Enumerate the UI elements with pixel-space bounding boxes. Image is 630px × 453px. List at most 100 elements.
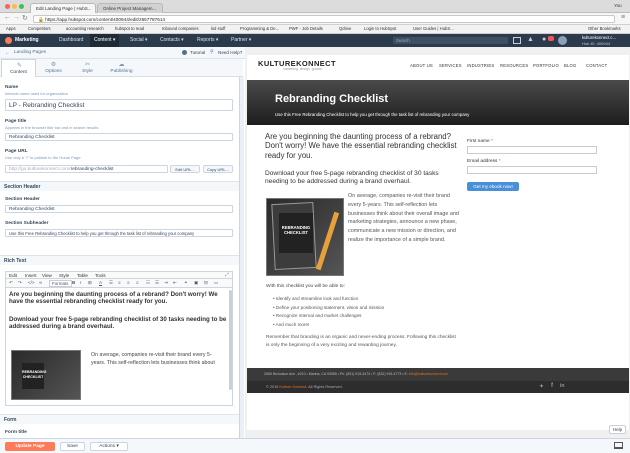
section-header-title[interactable]: Section Header bbox=[0, 181, 239, 191]
close-window-icon[interactable] bbox=[5, 4, 10, 9]
site-nav-about[interactable]: ABOUT US bbox=[410, 63, 433, 68]
maximize-window-icon[interactable] bbox=[19, 4, 24, 9]
nav-dashboard[interactable]: Dashboard bbox=[55, 34, 87, 47]
menu-insert[interactable]: Insert bbox=[25, 273, 37, 278]
form-section-title[interactable]: Form bbox=[0, 414, 239, 424]
reload-icon[interactable]: ↻ bbox=[22, 14, 28, 22]
redo-icon[interactable]: ↷ bbox=[18, 280, 22, 286]
menu-table[interactable]: Table bbox=[77, 273, 88, 278]
actions-dropdown[interactable]: Actions ▾ bbox=[90, 442, 128, 451]
name-input[interactable]: LP - Rebranding Checklist bbox=[5, 99, 233, 111]
menu-view[interactable]: View bbox=[42, 273, 52, 278]
account-name[interactable]: kulturekonnect.c... bbox=[582, 35, 616, 40]
bookmark-competitors[interactable]: Competitors bbox=[28, 26, 51, 31]
section-subheader-input[interactable]: Use this Free Rebranding Checklist to he… bbox=[5, 229, 233, 237]
back-icon[interactable]: ← bbox=[4, 14, 11, 21]
italic-icon[interactable]: I bbox=[80, 280, 81, 285]
bookmark-login-hubspot[interactable]: Login to HubSpot bbox=[364, 26, 396, 31]
bookmark-apps[interactable]: Apps bbox=[6, 26, 16, 31]
academy-icon[interactable]: ▲ bbox=[527, 36, 534, 43]
help-button[interactable]: Help bbox=[609, 425, 626, 434]
profile-name[interactable]: You bbox=[614, 3, 622, 8]
bookmark-qdrive[interactable]: Qdrive bbox=[339, 26, 351, 31]
first-name-input[interactable] bbox=[467, 146, 597, 154]
page-title-input[interactable]: Rebranding Checklist bbox=[5, 133, 233, 141]
bookmark-programming[interactable]: Programming & De... bbox=[240, 26, 279, 31]
tutorial-link[interactable]: Tutorial bbox=[190, 50, 205, 55]
panel-resize-handle[interactable] bbox=[240, 77, 244, 438]
twitter-icon[interactable]: ✦ bbox=[539, 383, 544, 390]
nav-partner[interactable]: Partner ▾ bbox=[227, 34, 255, 47]
linkedin-icon[interactable]: in bbox=[560, 383, 564, 389]
back-arrow-icon[interactable]: ← bbox=[5, 50, 10, 56]
browser-tab-project-management[interactable]: Online Project Managem... bbox=[97, 3, 163, 13]
url-bar[interactable]: 🔒 https://app.hubspot.com/content/400944… bbox=[33, 15, 615, 23]
bookmark-hubspot-read[interactable]: hubspot to read bbox=[115, 26, 144, 31]
avatar[interactable] bbox=[558, 36, 567, 45]
notifications-icon[interactable]: ● bbox=[542, 36, 546, 43]
site-nav-blog[interactable]: BLOG bbox=[564, 63, 576, 68]
tab-style[interactable]: ✂ Style bbox=[70, 59, 105, 77]
formats-dropdown[interactable]: Formats bbox=[49, 280, 72, 287]
align-center-icon[interactable]: ≡ bbox=[127, 280, 130, 285]
page-url-input[interactable]: http://go.kulturekonnect.com/rebranding-… bbox=[5, 165, 168, 173]
need-help-link[interactable]: Need Help? bbox=[218, 50, 242, 55]
font-size-icon[interactable]: ⊞ bbox=[88, 280, 92, 286]
nav-reports[interactable]: Reports ▾ bbox=[193, 34, 222, 47]
hubspot-search-input[interactable]: Search bbox=[393, 37, 508, 44]
unordered-list-icon[interactable]: ☰ bbox=[155, 280, 159, 286]
site-nav-portfolio[interactable]: PORTFOLIO bbox=[533, 63, 559, 68]
text-color-icon[interactable]: A bbox=[99, 280, 102, 285]
back-to-landing-pages[interactable]: Landing Pages bbox=[14, 50, 46, 55]
edit-url-button[interactable]: Edit URL... bbox=[170, 165, 200, 173]
device-preview-icon[interactable] bbox=[614, 442, 623, 449]
site-nav-industries[interactable]: INDUSTRIES bbox=[467, 63, 494, 68]
forward-icon[interactable]: → bbox=[13, 14, 20, 21]
editor-scrollbar-thumb[interactable] bbox=[229, 290, 232, 390]
site-nav-resources[interactable]: RESOURCES bbox=[500, 63, 528, 68]
site-nav-services[interactable]: SERVICES bbox=[439, 63, 462, 68]
bold-icon[interactable]: B bbox=[72, 280, 75, 285]
bullet-list-icon[interactable]: ☰ bbox=[109, 280, 113, 286]
bookmark-other[interactable]: Other Bookmarks bbox=[588, 26, 621, 31]
fullscreen-icon[interactable]: ⤢ bbox=[225, 272, 229, 278]
minimize-window-icon[interactable] bbox=[12, 4, 17, 9]
tab-publishing[interactable]: ☁ Publishing bbox=[104, 59, 139, 77]
menu-edit[interactable]: Edit bbox=[9, 273, 17, 278]
outdent-icon[interactable]: ⇤ bbox=[173, 280, 177, 286]
table-icon[interactable]: ⊟ bbox=[204, 280, 208, 286]
numbered-list-icon[interactable]: ☷ bbox=[146, 280, 150, 286]
indent-icon[interactable]: ⇥ bbox=[164, 280, 168, 286]
browser-tab-edit-landing-page[interactable]: Edit Landing Page | HubS... bbox=[30, 3, 96, 13]
update-page-button[interactable]: Update Page bbox=[5, 442, 55, 451]
bookmark-inbound[interactable]: Inbound companies bbox=[162, 26, 199, 31]
nav-social[interactable]: Social ▾ bbox=[126, 34, 152, 47]
calendar-icon[interactable] bbox=[513, 37, 521, 44]
align-left-icon[interactable]: ≡ bbox=[118, 280, 121, 285]
email-input[interactable] bbox=[467, 166, 597, 174]
section-header-input[interactable]: Rebranding Checklist bbox=[5, 205, 233, 213]
facebook-icon[interactable]: f bbox=[551, 383, 553, 389]
source-code-icon[interactable]: </> bbox=[28, 280, 35, 285]
align-right-icon[interactable]: ≡ bbox=[136, 280, 139, 285]
save-button[interactable]: Save bbox=[60, 442, 85, 451]
menu-icon[interactable]: ≡ bbox=[621, 14, 625, 21]
bookmark-kid-stuff[interactable]: kid stuff bbox=[211, 26, 225, 31]
rich-text-editor-area[interactable]: Are you beginning the daunting process o… bbox=[5, 288, 233, 406]
link-icon[interactable]: ∞ bbox=[39, 280, 42, 285]
bookmark-user-guides[interactable]: User Guides | HubS... bbox=[413, 26, 454, 31]
tab-options[interactable]: ⚙ Options bbox=[36, 59, 71, 77]
image-icon[interactable]: ▣ bbox=[194, 280, 198, 286]
footer-email-link[interactable]: info@kulturekonnect.com bbox=[409, 372, 449, 376]
bookmark-accounting[interactable]: accounting research bbox=[66, 26, 104, 31]
menu-style[interactable]: Style bbox=[59, 273, 69, 278]
copy-url-button[interactable]: Copy URL... bbox=[203, 165, 233, 173]
nav-content[interactable]: Content ▾ bbox=[90, 34, 120, 47]
menu-tools[interactable]: Tools bbox=[95, 273, 106, 278]
video-icon[interactable]: ▭ bbox=[214, 280, 218, 286]
nav-contacts[interactable]: Contacts ▾ bbox=[156, 34, 188, 47]
tab-content[interactable]: ✎ Content bbox=[1, 59, 36, 77]
get-ebook-button[interactable]: Get my ebook now! bbox=[467, 182, 519, 191]
rich-text-title[interactable]: Rich Text bbox=[0, 255, 239, 265]
nav-marketing-logo[interactable]: Marketing bbox=[15, 34, 39, 47]
